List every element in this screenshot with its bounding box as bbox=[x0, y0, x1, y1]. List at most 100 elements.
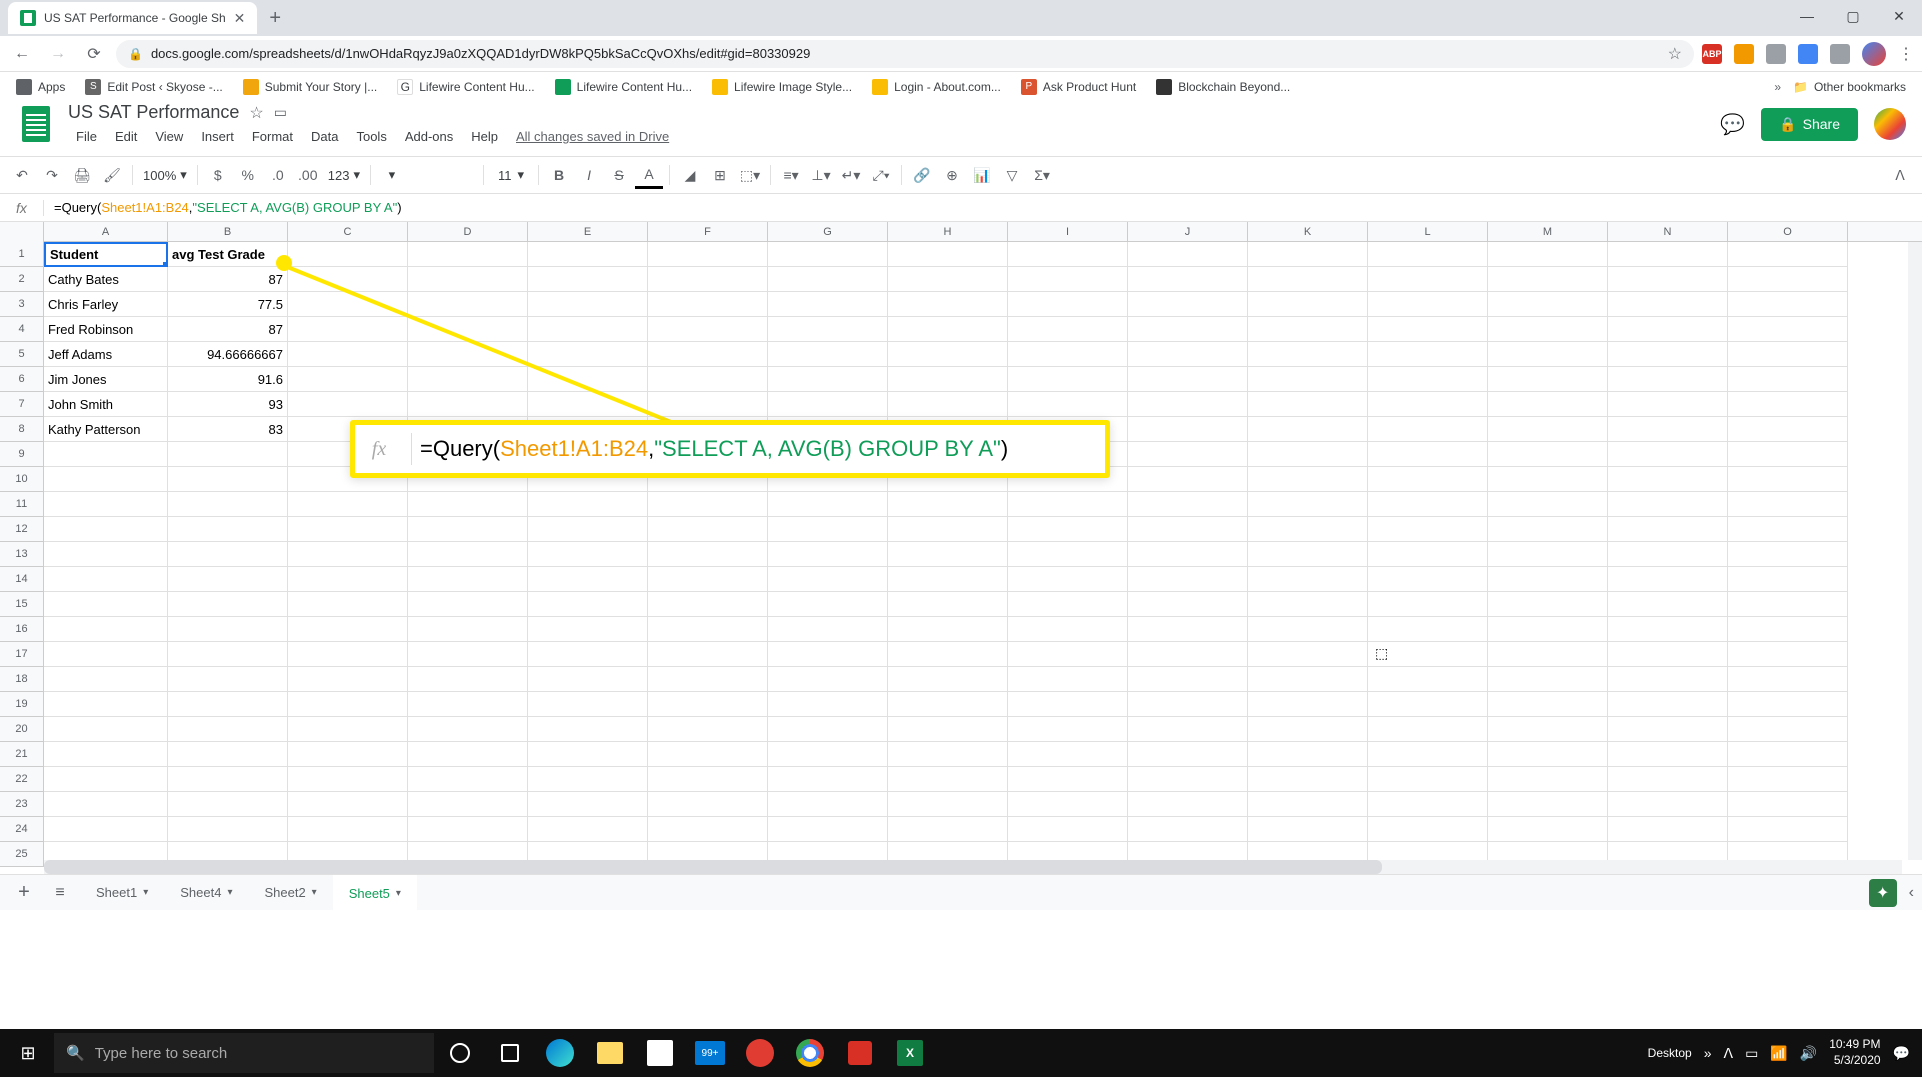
new-tab-button[interactable]: + bbox=[269, 7, 281, 30]
cell[interactable] bbox=[1608, 267, 1728, 292]
bookmark-apps[interactable]: Apps bbox=[8, 79, 73, 95]
cell[interactable] bbox=[648, 792, 768, 817]
cell[interactable] bbox=[44, 492, 168, 517]
cell[interactable] bbox=[408, 292, 528, 317]
menu-file[interactable]: File bbox=[68, 127, 105, 146]
column-header[interactable]: F bbox=[648, 222, 768, 241]
cell[interactable] bbox=[888, 542, 1008, 567]
sheet-tab[interactable]: Sheet2▾ bbox=[248, 875, 332, 911]
cell[interactable] bbox=[528, 617, 648, 642]
cell[interactable] bbox=[288, 542, 408, 567]
cell[interactable] bbox=[768, 342, 888, 367]
cell[interactable] bbox=[1248, 667, 1368, 692]
cell[interactable] bbox=[1368, 342, 1488, 367]
cell[interactable] bbox=[1728, 717, 1848, 742]
cell[interactable] bbox=[1128, 767, 1248, 792]
sheet-dropdown-icon[interactable]: ▾ bbox=[312, 887, 317, 898]
cell[interactable] bbox=[648, 517, 768, 542]
row-header[interactable]: 19 bbox=[0, 692, 44, 717]
notifications-icon[interactable]: 💬 bbox=[1893, 1045, 1910, 1062]
cell[interactable] bbox=[408, 542, 528, 567]
cell[interactable] bbox=[1248, 467, 1368, 492]
menu-data[interactable]: Data bbox=[303, 127, 346, 146]
cell[interactable] bbox=[1488, 442, 1608, 467]
cell[interactable] bbox=[1488, 567, 1608, 592]
cell[interactable] bbox=[1128, 342, 1248, 367]
other-bookmarks[interactable]: 📁Other bookmarks bbox=[1785, 80, 1914, 94]
cell[interactable] bbox=[1728, 242, 1848, 267]
cell[interactable] bbox=[1008, 292, 1128, 317]
cell[interactable] bbox=[768, 717, 888, 742]
cell[interactable] bbox=[1128, 517, 1248, 542]
column-header[interactable]: O bbox=[1728, 222, 1848, 241]
cell[interactable] bbox=[1368, 742, 1488, 767]
cell[interactable] bbox=[44, 542, 168, 567]
cell[interactable] bbox=[648, 392, 768, 417]
star-icon[interactable]: ☆ bbox=[249, 103, 263, 123]
excel-taskbar-icon[interactable]: X bbox=[886, 1029, 934, 1077]
column-header[interactable]: L bbox=[1368, 222, 1488, 241]
cell[interactable] bbox=[1248, 492, 1368, 517]
cell[interactable] bbox=[408, 817, 528, 842]
cell[interactable] bbox=[1368, 367, 1488, 392]
cell[interactable]: 91.6 bbox=[168, 367, 288, 392]
cell[interactable] bbox=[648, 667, 768, 692]
cell[interactable] bbox=[408, 617, 528, 642]
cell[interactable]: 83 bbox=[168, 417, 288, 442]
cell[interactable] bbox=[648, 492, 768, 517]
cell[interactable] bbox=[1728, 292, 1848, 317]
cell[interactable] bbox=[768, 542, 888, 567]
bookmark-overflow[interactable]: » bbox=[1774, 80, 1781, 94]
strikethrough-button[interactable]: S bbox=[605, 161, 633, 189]
cell[interactable] bbox=[288, 267, 408, 292]
tray-chevron-icon[interactable]: ᐱ bbox=[1724, 1045, 1734, 1062]
bookmark-item[interactable]: Lifewire Image Style... bbox=[704, 79, 860, 95]
cell[interactable] bbox=[1728, 817, 1848, 842]
cell[interactable] bbox=[648, 342, 768, 367]
cell[interactable] bbox=[648, 317, 768, 342]
cell[interactable] bbox=[1248, 642, 1368, 667]
cell[interactable] bbox=[288, 817, 408, 842]
column-header[interactable]: H bbox=[888, 222, 1008, 241]
cell[interactable] bbox=[408, 567, 528, 592]
cell[interactable] bbox=[648, 642, 768, 667]
sheet-tab[interactable]: Sheet1▾ bbox=[80, 875, 164, 911]
cell[interactable] bbox=[648, 542, 768, 567]
cell[interactable] bbox=[1368, 717, 1488, 742]
cell[interactable]: 87 bbox=[168, 267, 288, 292]
cell[interactable] bbox=[1008, 642, 1128, 667]
cell[interactable] bbox=[1608, 817, 1728, 842]
document-title[interactable]: US SAT Performance bbox=[68, 102, 239, 123]
row-header[interactable]: 16 bbox=[0, 617, 44, 642]
cell[interactable] bbox=[1248, 717, 1368, 742]
minimize-button[interactable]: — bbox=[1784, 0, 1830, 32]
cell[interactable] bbox=[528, 292, 648, 317]
decimal-increase-button[interactable]: .00 bbox=[294, 161, 322, 189]
column-header[interactable]: A bbox=[44, 222, 168, 241]
cell[interactable] bbox=[168, 792, 288, 817]
cell[interactable] bbox=[768, 492, 888, 517]
column-header[interactable]: D bbox=[408, 222, 528, 241]
cell[interactable] bbox=[528, 317, 648, 342]
cell[interactable] bbox=[1728, 317, 1848, 342]
cell[interactable] bbox=[528, 267, 648, 292]
cell[interactable] bbox=[1728, 592, 1848, 617]
column-header[interactable]: E bbox=[528, 222, 648, 241]
cell[interactable] bbox=[888, 567, 1008, 592]
cell[interactable] bbox=[168, 667, 288, 692]
cell[interactable] bbox=[1488, 792, 1608, 817]
cell[interactable] bbox=[1368, 492, 1488, 517]
cell[interactable] bbox=[1248, 567, 1368, 592]
row-header[interactable]: 7 bbox=[0, 392, 44, 417]
cell[interactable] bbox=[1128, 817, 1248, 842]
cell[interactable] bbox=[1488, 817, 1608, 842]
cell[interactable] bbox=[1128, 242, 1248, 267]
cell[interactable] bbox=[768, 592, 888, 617]
row-header[interactable]: 14 bbox=[0, 567, 44, 592]
sheet-dropdown-icon[interactable]: ▾ bbox=[143, 887, 148, 898]
cell[interactable] bbox=[168, 692, 288, 717]
cell[interactable] bbox=[528, 642, 648, 667]
cell[interactable] bbox=[288, 367, 408, 392]
cell[interactable] bbox=[888, 642, 1008, 667]
cell[interactable] bbox=[888, 742, 1008, 767]
